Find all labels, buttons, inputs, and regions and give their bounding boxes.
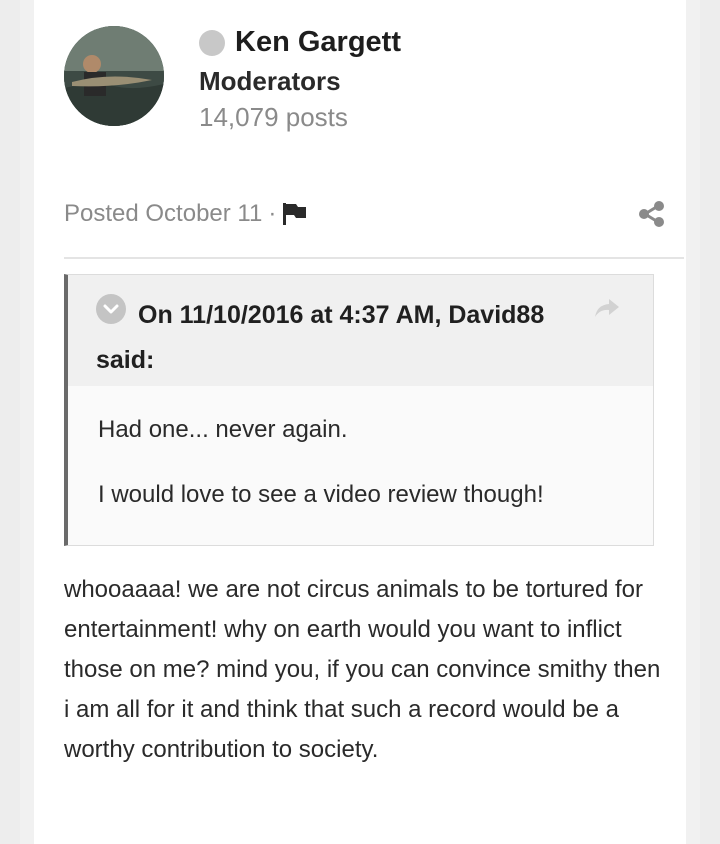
quote-citation: On 11/10/2016 at 4:37 AM, David88 said: bbox=[96, 301, 545, 374]
post-date[interactable]: October 11 bbox=[145, 200, 262, 228]
quote-block: On 11/10/2016 at 4:37 AM, David88 said: … bbox=[64, 274, 654, 546]
meta-separator: · bbox=[268, 200, 277, 227]
author-group: Moderators bbox=[199, 66, 341, 96]
author-row: Ken Gargett bbox=[199, 26, 401, 59]
avatar[interactable] bbox=[64, 26, 164, 126]
author-post-count: 14,079 posts bbox=[199, 102, 348, 132]
share-arrow-icon[interactable] bbox=[592, 295, 622, 323]
post-card: Ken Gargett Moderators 14,079 posts Post… bbox=[20, 0, 700, 844]
quote-text-line: I would love to see a video review thoug… bbox=[98, 481, 544, 508]
author-name[interactable]: Ken Gargett bbox=[235, 26, 401, 59]
flag-icon[interactable] bbox=[282, 202, 308, 226]
divider bbox=[64, 257, 684, 259]
avatar-photo bbox=[64, 26, 164, 126]
quote-text-line: Had one... never again. bbox=[98, 416, 348, 443]
quote-header: On 11/10/2016 at 4:37 AM, David88 said: bbox=[68, 275, 653, 386]
post-body-text: whooaaaa! we are not circus animals to b… bbox=[64, 576, 661, 763]
share-icon[interactable] bbox=[638, 200, 666, 228]
online-status-icon bbox=[199, 29, 225, 56]
posted-label: Posted bbox=[64, 200, 139, 227]
post-meta: Posted October 11 · bbox=[64, 200, 308, 228]
